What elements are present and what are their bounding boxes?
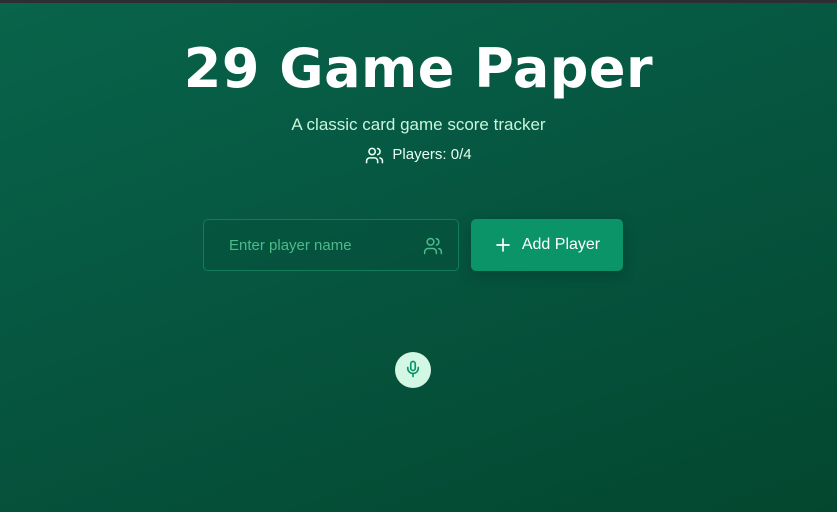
page-subtitle: A classic card game score tracker (291, 115, 546, 134)
players-count-text: Players: 0/4 (392, 146, 472, 163)
player-name-field (203, 219, 459, 271)
window-top-border (0, 0, 837, 3)
users-icon (365, 146, 384, 165)
microphone-icon (404, 360, 422, 381)
players-counter: Players: 0/4 (365, 145, 472, 165)
add-player-button[interactable]: Add Player (471, 219, 623, 271)
plus-icon (494, 236, 512, 254)
page-title: 29 Game Paper (183, 37, 654, 100)
player-name-input[interactable] (204, 220, 458, 270)
users-icon (423, 236, 443, 256)
add-player-form: Add Player (203, 219, 623, 271)
add-player-label: Add Player (521, 236, 601, 253)
voice-input-button[interactable] (395, 352, 431, 388)
page-header: 29 Game Paper A classic card game score … (0, 34, 837, 170)
